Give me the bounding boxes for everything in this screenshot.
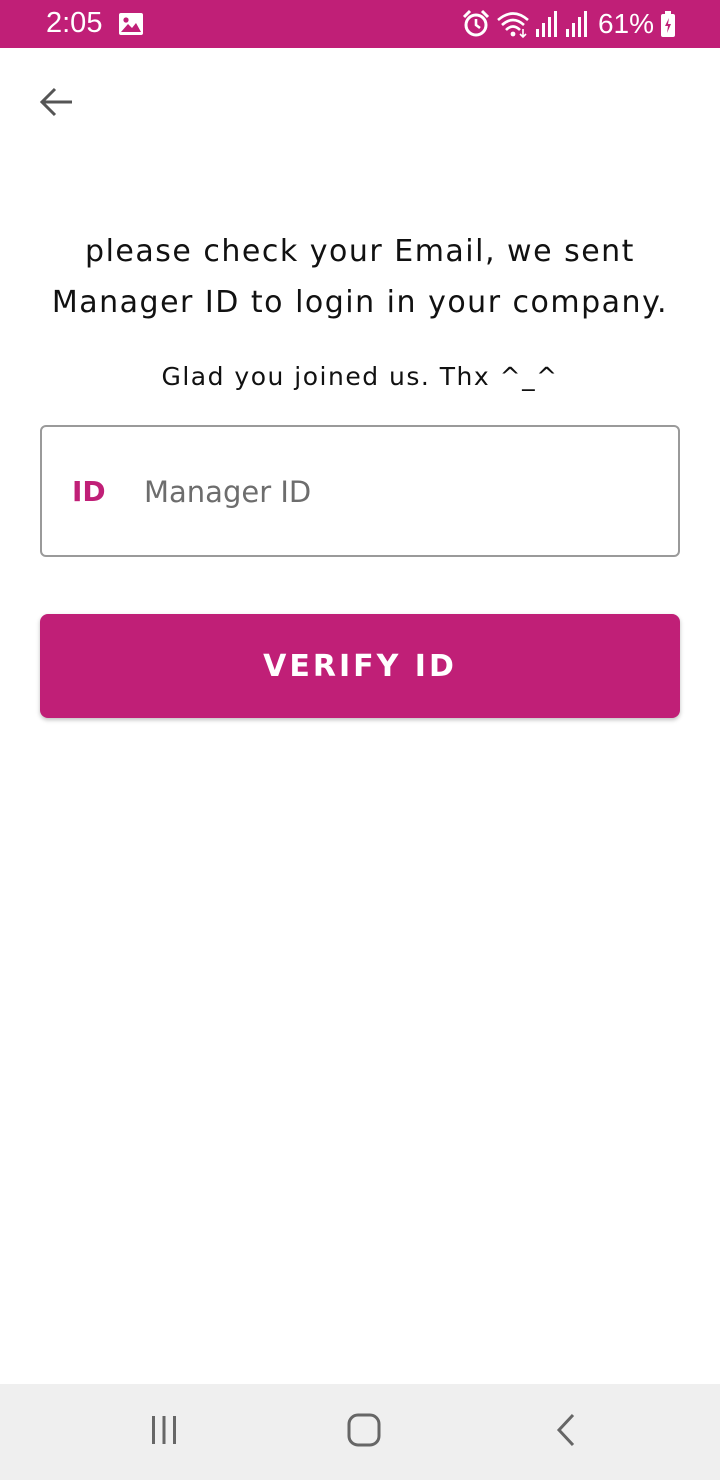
manager-id-input[interactable] — [144, 469, 654, 515]
gallery-icon — [118, 12, 144, 36]
id-prefix-label: ID — [72, 475, 106, 508]
back-icon — [551, 1412, 581, 1452]
arrow-left-icon — [38, 86, 74, 122]
recent-apps-button[interactable] — [142, 1412, 186, 1452]
manager-id-field[interactable]: ID — [40, 425, 680, 557]
alarm-icon — [462, 9, 490, 39]
welcome-subtext: Glad you joined us. Thx ^_^ — [161, 362, 559, 391]
check-email-message: please check your Email, we sent Manager… — [51, 234, 669, 320]
nav-back-button[interactable] — [544, 1412, 588, 1452]
signal-icon — [534, 9, 560, 39]
verify-id-button[interactable]: VERIFY ID — [40, 614, 680, 718]
recent-apps-icon — [147, 1413, 181, 1451]
back-button[interactable] — [34, 84, 78, 124]
status-bar: 2:05 61% — [0, 0, 720, 48]
home-button[interactable] — [342, 1412, 386, 1452]
status-icons: 61% — [462, 8, 676, 40]
system-nav-bar — [0, 1384, 720, 1480]
status-time: 2:05 — [46, 7, 103, 39]
wifi-icon — [496, 9, 530, 39]
signal-icon — [564, 9, 590, 39]
battery-percent: 61% — [597, 8, 654, 39]
battery-charging-icon — [660, 10, 676, 38]
home-icon — [346, 1412, 382, 1452]
